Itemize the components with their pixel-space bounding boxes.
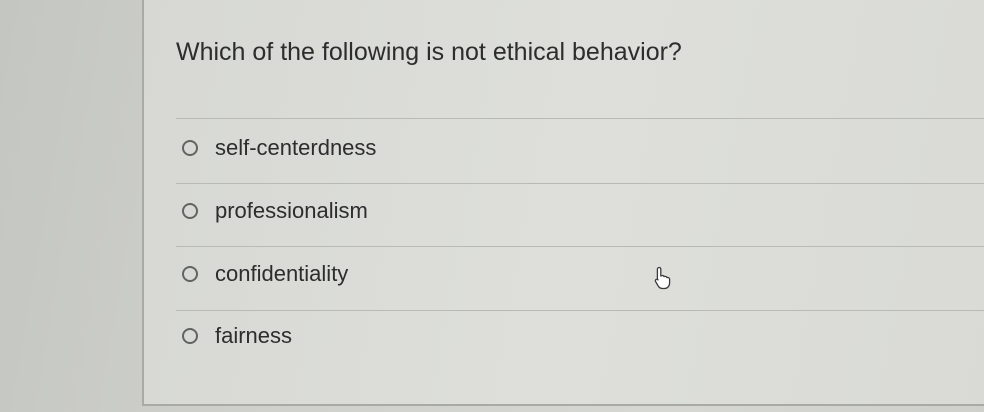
divider bbox=[176, 310, 984, 311]
radio-button-icon[interactable] bbox=[182, 203, 198, 219]
option-label: professionalism bbox=[215, 198, 368, 223]
option-label: self-centerdness bbox=[215, 135, 377, 160]
option-label: confidentiality bbox=[215, 261, 349, 286]
answer-option-fairness[interactable]: fairness bbox=[182, 321, 292, 351]
radio-button-icon[interactable] bbox=[182, 266, 198, 282]
answer-option-self-centerdness[interactable]: self-centerdness bbox=[182, 133, 376, 163]
answer-option-confidentiality[interactable]: confidentiality bbox=[182, 259, 348, 289]
divider bbox=[176, 183, 984, 184]
question-card: Which of the following is not ethical be… bbox=[142, 0, 984, 406]
option-label: fairness bbox=[215, 323, 293, 348]
divider bbox=[176, 246, 984, 247]
question-text: Which of the following is not ethical be… bbox=[176, 38, 682, 66]
answer-option-professionalism[interactable]: professionalism bbox=[182, 196, 368, 226]
hand-pointer-cursor-icon bbox=[654, 266, 671, 290]
divider bbox=[176, 118, 984, 119]
quiz-screen: Which of the following is not ethical be… bbox=[0, 0, 984, 412]
radio-button-icon[interactable] bbox=[182, 140, 198, 156]
radio-button-icon[interactable] bbox=[182, 328, 198, 344]
